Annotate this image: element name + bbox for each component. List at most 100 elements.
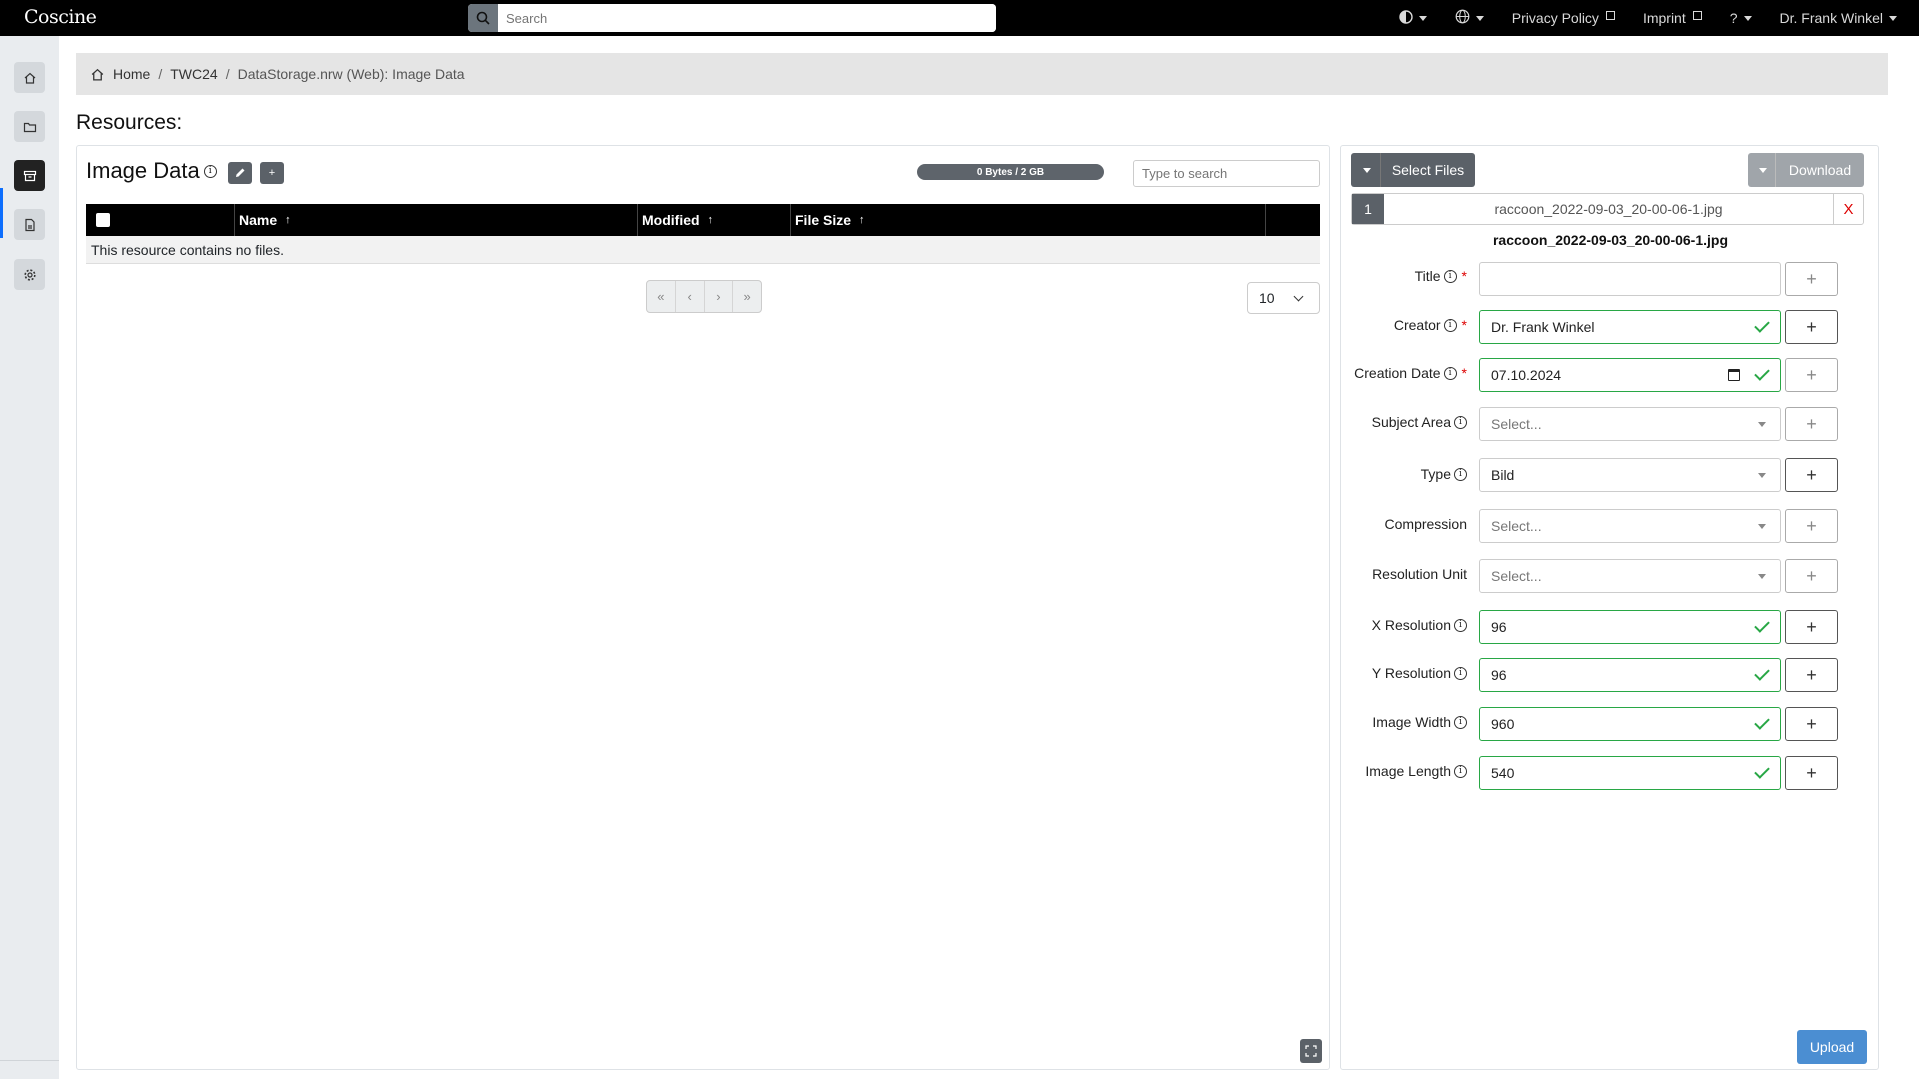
sidebar-item-projects[interactable] — [14, 111, 45, 142]
title-label: Title i * — [1414, 268, 1467, 284]
user-name: Dr. Frank Winkel — [1779, 10, 1883, 26]
global-search — [468, 4, 996, 32]
info-icon[interactable]: i — [203, 164, 217, 178]
x-resolution-input[interactable]: 96 — [1479, 610, 1781, 644]
language-selector[interactable] — [1455, 9, 1484, 27]
compression-select[interactable]: Select... — [1479, 509, 1781, 543]
resource-title: Image Data i — [86, 158, 217, 184]
breadcrumb-home[interactable]: Home — [113, 66, 150, 82]
info-icon[interactable]: i — [1454, 467, 1467, 481]
info-icon[interactable]: i — [1454, 415, 1467, 429]
select-files-button[interactable]: Select Files — [1351, 153, 1475, 187]
user-menu[interactable]: Dr. Frank Winkel — [1780, 10, 1897, 26]
creator-add-button[interactable]: + — [1785, 310, 1838, 344]
compression-label: Compression — [1384, 516, 1467, 532]
check-icon — [1754, 714, 1770, 730]
column-name[interactable]: Name ↑ — [234, 204, 637, 236]
table-header: Name ↑ Modified ↑ File Size ↑ — [86, 204, 1320, 236]
info-icon[interactable]: i — [1443, 269, 1457, 283]
page-first-button[interactable]: « — [647, 281, 676, 312]
subject-area-label: Subject Area i — [1372, 414, 1467, 430]
page-next-button[interactable]: › — [705, 281, 734, 312]
creation-date-input[interactable]: 07.10.2024 — [1479, 358, 1781, 392]
image-width-label: Image Width i — [1372, 714, 1467, 730]
breadcrumb-current: DataStorage.nrw (Web): Image Data — [237, 66, 465, 82]
column-actions — [1265, 204, 1320, 236]
image-width-input[interactable]: 960 — [1479, 707, 1781, 741]
theme-toggle[interactable] — [1399, 9, 1427, 27]
sidebar-item-resources[interactable] — [14, 160, 45, 191]
add-metadata-button[interactable]: + — [260, 162, 284, 184]
image-length-input[interactable]: 540 — [1479, 756, 1781, 790]
search-icon[interactable] — [468, 4, 498, 32]
remove-file-button[interactable]: X — [1833, 194, 1863, 224]
compression-add-button[interactable]: + — [1785, 509, 1838, 543]
search-input[interactable] — [498, 4, 996, 32]
edit-resource-button[interactable] — [228, 162, 252, 184]
left-sidebar — [0, 36, 59, 1079]
file-index[interactable]: 1 — [1352, 194, 1384, 224]
breadcrumb-project[interactable]: TWC24 — [170, 66, 217, 82]
page-prev-button[interactable]: ‹ — [676, 281, 705, 312]
resolution-unit-add-button[interactable]: + — [1785, 559, 1838, 593]
select-all-checkbox[interactable] — [96, 213, 110, 227]
y-resolution-add-button[interactable]: + — [1785, 658, 1838, 692]
sidebar-item-settings[interactable] — [14, 259, 45, 290]
check-icon — [1754, 665, 1770, 681]
title-add-button[interactable]: + — [1785, 262, 1838, 296]
title-input[interactable] — [1479, 262, 1781, 296]
caret-down-icon — [1758, 167, 1767, 173]
x-resolution-label: X Resolution i — [1372, 617, 1467, 633]
sidebar-collapse-button[interactable] — [0, 1060, 59, 1079]
fullscreen-button[interactable] — [1300, 1039, 1322, 1063]
subject-area-add-button[interactable]: + — [1785, 407, 1838, 441]
per-page-select[interactable]: 10 — [1247, 282, 1320, 314]
external-link-icon — [1692, 10, 1702, 20]
select-files-dropdown-toggle[interactable] — [1351, 153, 1381, 187]
external-link-icon — [1605, 10, 1615, 20]
column-modified[interactable]: Modified ↑ — [637, 204, 790, 236]
type-select[interactable]: Bild — [1479, 458, 1781, 492]
calendar-icon[interactable] — [1728, 369, 1740, 381]
home-icon — [91, 68, 104, 80]
creator-input[interactable]: Dr. Frank Winkel — [1479, 310, 1781, 344]
info-icon[interactable]: i — [1454, 618, 1467, 632]
sidebar-item-home[interactable] — [14, 62, 45, 93]
info-icon[interactable]: i — [1454, 666, 1467, 680]
type-add-button[interactable]: + — [1785, 458, 1838, 492]
file-name[interactable]: raccoon_2022-09-03_20-00-06-1.jpg — [1384, 201, 1833, 217]
check-icon — [1754, 763, 1770, 779]
pencil-icon — [236, 168, 245, 177]
privacy-policy-link[interactable]: Privacy Policy — [1512, 10, 1615, 26]
resolution-unit-select[interactable]: Select... — [1479, 559, 1781, 593]
image-width-add-button[interactable]: + — [1785, 707, 1838, 741]
image-length-add-button[interactable]: + — [1785, 756, 1838, 790]
column-file-size[interactable]: File Size ↑ — [790, 204, 1265, 236]
image-length-label: Image Length i — [1365, 763, 1467, 779]
creator-label: Creator i * — [1393, 317, 1467, 333]
info-icon[interactable]: i — [1443, 318, 1457, 332]
download-button[interactable]: Download — [1748, 153, 1864, 187]
info-icon[interactable]: i — [1454, 715, 1467, 729]
file-search-input[interactable] — [1133, 160, 1320, 187]
sidebar-active-indicator — [0, 188, 3, 238]
gear-icon — [23, 268, 36, 281]
sidebar-item-documents[interactable] — [14, 209, 45, 240]
document-icon — [24, 218, 35, 231]
imprint-link[interactable]: Imprint — [1643, 10, 1702, 26]
privacy-label: Privacy Policy — [1511, 10, 1599, 26]
app-logo[interactable]: Coscine — [24, 6, 97, 28]
subject-area-select[interactable]: Select... — [1479, 407, 1781, 441]
y-resolution-input[interactable]: 96 — [1479, 658, 1781, 692]
info-icon[interactable]: i — [1443, 366, 1457, 380]
x-resolution-add-button[interactable]: + — [1785, 610, 1838, 644]
help-label: ? — [1729, 10, 1738, 26]
info-icon[interactable]: i — [1454, 764, 1467, 778]
help-menu[interactable]: ? — [1730, 10, 1752, 26]
type-label: Type i — [1421, 466, 1467, 482]
creation-date-add-button[interactable]: + — [1785, 358, 1838, 392]
page-last-button[interactable]: » — [733, 281, 761, 312]
caret-down-icon — [1362, 167, 1371, 173]
download-dropdown-toggle[interactable] — [1748, 153, 1776, 187]
upload-button[interactable]: Upload — [1797, 1030, 1867, 1064]
